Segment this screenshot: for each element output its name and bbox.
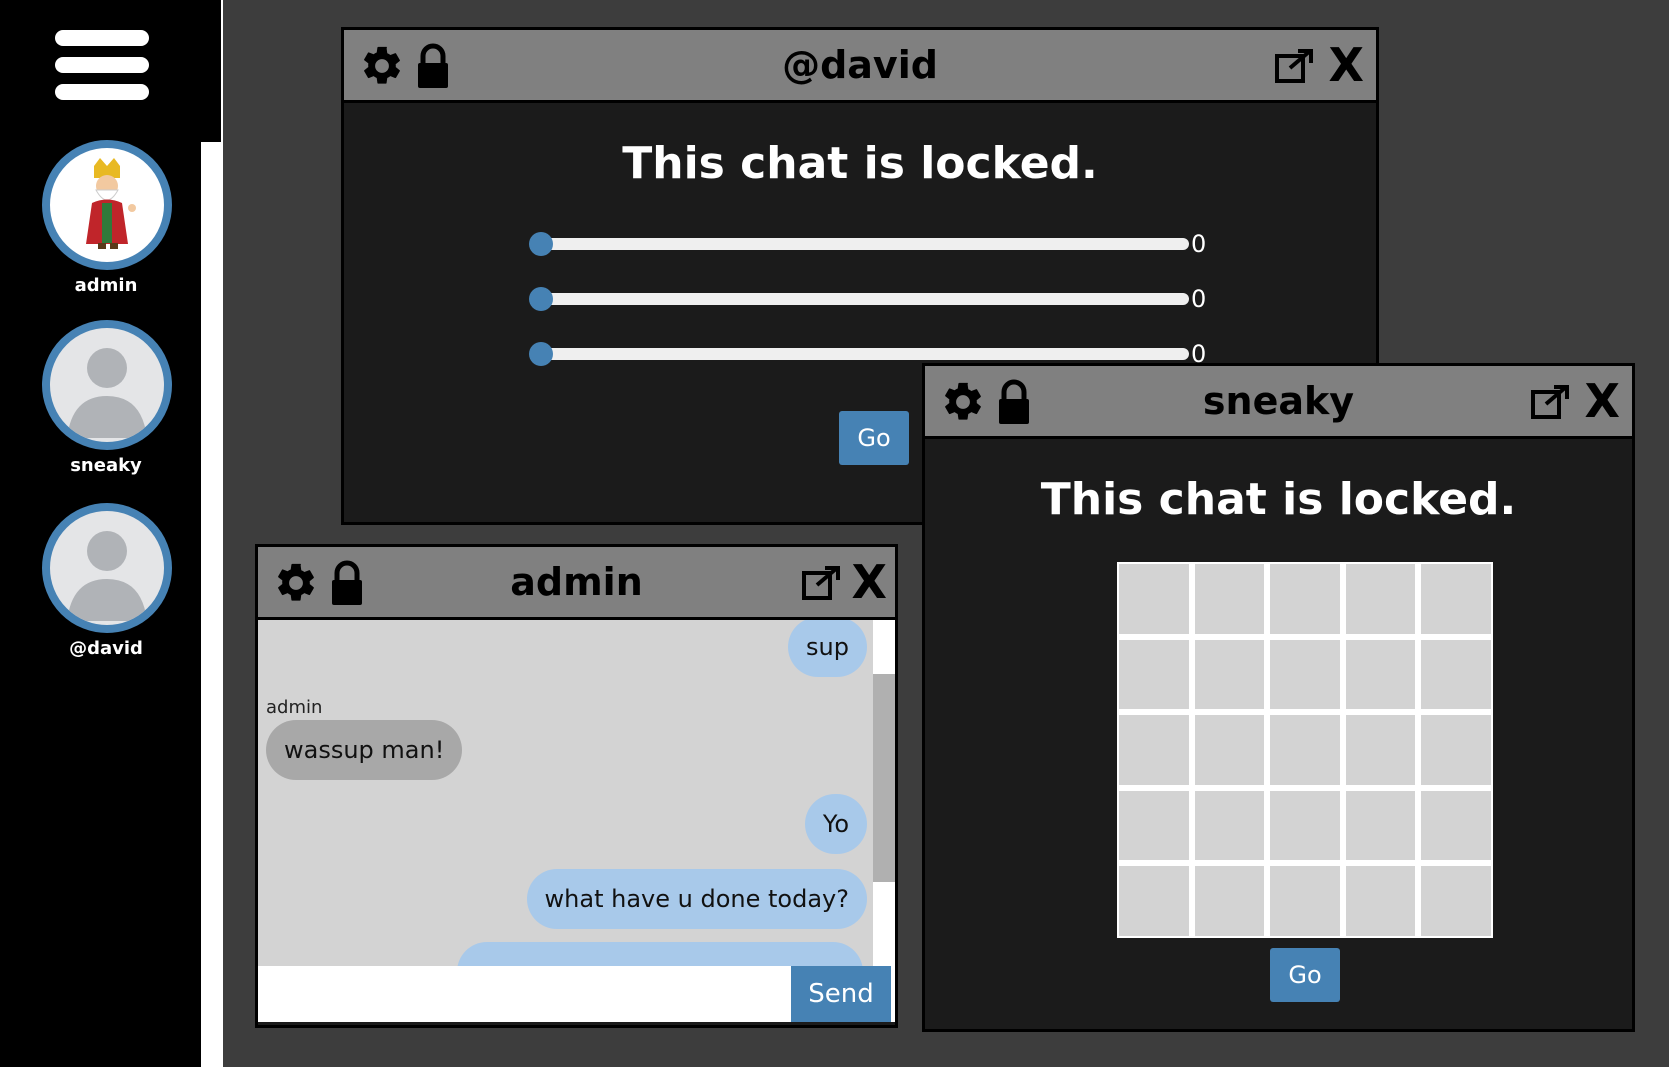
chat-window-admin: admin X sup admin wassup man! Yo what ha… bbox=[255, 544, 898, 1028]
grid-cell[interactable] bbox=[1119, 866, 1189, 936]
close-icon[interactable]: X bbox=[1329, 42, 1364, 88]
grid-cell[interactable] bbox=[1270, 564, 1340, 634]
grid-cell[interactable] bbox=[1345, 866, 1416, 936]
grid-cell[interactable] bbox=[1421, 564, 1491, 634]
grid-cell[interactable] bbox=[1421, 639, 1491, 710]
avatar bbox=[42, 503, 172, 633]
grid-cell[interactable] bbox=[1194, 790, 1265, 861]
window-title: @david bbox=[782, 43, 938, 87]
slider-thumb[interactable] bbox=[529, 287, 553, 311]
message-sender: admin bbox=[266, 697, 323, 718]
sidebar: admin sneaky @david bbox=[0, 0, 201, 1067]
grid-cell[interactable] bbox=[1194, 639, 1265, 710]
grid-cell[interactable] bbox=[1194, 564, 1265, 634]
avatar bbox=[42, 320, 172, 450]
external-link-icon[interactable] bbox=[1530, 384, 1570, 420]
window-header[interactable]: admin X bbox=[258, 547, 895, 620]
send-button[interactable]: Send bbox=[791, 966, 891, 1022]
chat-window-sneaky: sneaky X This chat is locked. Go bbox=[922, 363, 1635, 1032]
locked-message: This chat is locked. bbox=[1040, 474, 1517, 525]
message-input[interactable] bbox=[262, 970, 786, 1018]
slider-track[interactable] bbox=[539, 238, 1189, 250]
grid-cell[interactable] bbox=[1345, 715, 1416, 785]
grid-cell[interactable] bbox=[1270, 639, 1340, 710]
window-header[interactable]: @david X bbox=[344, 30, 1376, 103]
close-icon[interactable]: X bbox=[852, 559, 887, 605]
slider-thumb[interactable] bbox=[529, 232, 553, 256]
grid-cell[interactable] bbox=[1194, 866, 1265, 936]
sidebar-header-extension bbox=[201, 0, 221, 142]
message-list[interactable]: sup admin wassup man! Yo what have u don… bbox=[258, 620, 873, 966]
scrollbar-thumb[interactable] bbox=[873, 674, 895, 882]
slider-value: 0 bbox=[1191, 230, 1207, 258]
contact-name: admin bbox=[74, 275, 138, 296]
message-bubble: wassup man! bbox=[266, 720, 463, 780]
grid-cell[interactable] bbox=[1270, 866, 1340, 936]
menu-icon[interactable] bbox=[55, 30, 149, 110]
slider-thumb[interactable] bbox=[529, 342, 553, 366]
go-button[interactable]: Go bbox=[839, 411, 909, 465]
grid-cell[interactable] bbox=[1421, 866, 1491, 936]
grid-cell[interactable] bbox=[1270, 715, 1340, 785]
go-button[interactable]: Go bbox=[1270, 948, 1340, 1002]
message-bubble-partial bbox=[457, 942, 863, 966]
external-link-icon[interactable] bbox=[1274, 48, 1314, 84]
grid-cell[interactable] bbox=[1421, 715, 1491, 785]
window-header[interactable]: sneaky X bbox=[925, 366, 1632, 439]
grid-cell[interactable] bbox=[1345, 639, 1416, 710]
contact-sneaky[interactable]: sneaky bbox=[42, 320, 172, 476]
grid-cell[interactable] bbox=[1345, 564, 1416, 634]
window-title: admin bbox=[510, 560, 643, 604]
grid-cell[interactable] bbox=[1421, 790, 1491, 861]
grid-cell[interactable] bbox=[1119, 564, 1189, 634]
slider[interactable]: 0 bbox=[529, 230, 1206, 260]
slider[interactable]: 0 bbox=[529, 285, 1206, 315]
slider-track[interactable] bbox=[539, 293, 1189, 305]
unlock-grid bbox=[1117, 562, 1493, 938]
locked-message: This chat is locked. bbox=[622, 138, 1098, 189]
grid-cell[interactable] bbox=[1194, 715, 1265, 785]
grid-cell[interactable] bbox=[1119, 639, 1189, 710]
external-link-icon[interactable] bbox=[801, 565, 841, 601]
contact-david[interactable]: @david bbox=[42, 503, 172, 659]
message-bubble: sup bbox=[788, 620, 867, 677]
message-bubble: what have u done today? bbox=[526, 869, 867, 929]
contact-name: @david bbox=[69, 638, 143, 659]
grid-cell[interactable] bbox=[1119, 715, 1189, 785]
slider-track[interactable] bbox=[539, 348, 1189, 360]
avatar bbox=[42, 140, 172, 270]
message-bubble: Yo bbox=[804, 794, 867, 854]
grid-cell[interactable] bbox=[1270, 790, 1340, 861]
contact-name: sneaky bbox=[70, 455, 142, 476]
slider-value: 0 bbox=[1191, 285, 1207, 313]
sidebar-divider bbox=[201, 0, 223, 1067]
close-icon[interactable]: X bbox=[1585, 378, 1620, 424]
grid-cell[interactable] bbox=[1119, 790, 1189, 861]
window-title: sneaky bbox=[1202, 379, 1355, 423]
contact-admin[interactable]: admin bbox=[42, 140, 172, 296]
grid-cell[interactable] bbox=[1345, 790, 1416, 861]
